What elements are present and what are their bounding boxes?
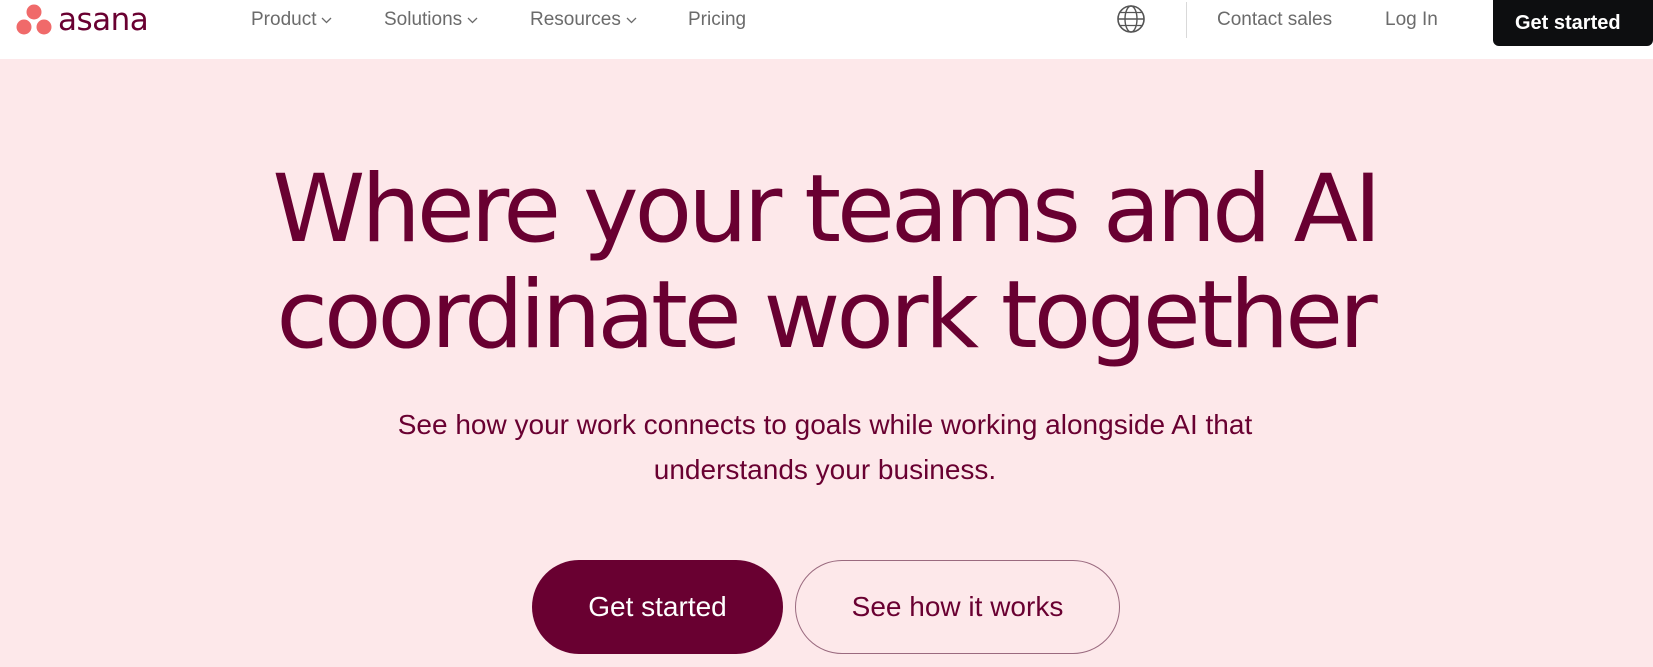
nav-pricing[interactable]: Pricing: [688, 6, 746, 34]
asana-wordmark: asana: [58, 1, 149, 38]
chevron-down-icon: [626, 17, 637, 24]
nav-divider: [1186, 2, 1187, 38]
asana-dots-icon: [16, 4, 52, 35]
asana-logo[interactable]: asana: [16, 1, 149, 38]
nav-solutions[interactable]: Solutions: [384, 6, 478, 34]
hero-subhead: See how your work connects to goals whil…: [397, 409, 1253, 485]
hero-headline: Where your teams and AI coordinate work …: [272, 155, 1381, 370]
nav-product[interactable]: Product: [251, 6, 332, 34]
see-how-it-works-button[interactable]: See how it works: [795, 560, 1120, 654]
contact-sales-link[interactable]: Contact sales: [1217, 6, 1332, 34]
hero-section: Where your teams and AI coordinate work …: [0, 59, 1653, 667]
top-navbar: asana Product Solutions Resources Pricin…: [0, 0, 1653, 59]
chevron-down-icon: [467, 17, 478, 24]
nav-solutions-label: Solutions: [384, 9, 463, 30]
globe-icon[interactable]: [1116, 4, 1146, 34]
get-started-button[interactable]: Get started: [532, 560, 783, 654]
nav-resources-label: Resources: [530, 9, 621, 30]
nav-resources[interactable]: Resources: [530, 6, 637, 34]
log-in-link[interactable]: Log In: [1385, 6, 1438, 34]
nav-product-label: Product: [251, 9, 317, 30]
get-started-nav-button[interactable]: Get started: [1493, 0, 1653, 46]
nav-pricing-label: Pricing: [688, 9, 747, 30]
chevron-down-icon: [322, 17, 332, 24]
